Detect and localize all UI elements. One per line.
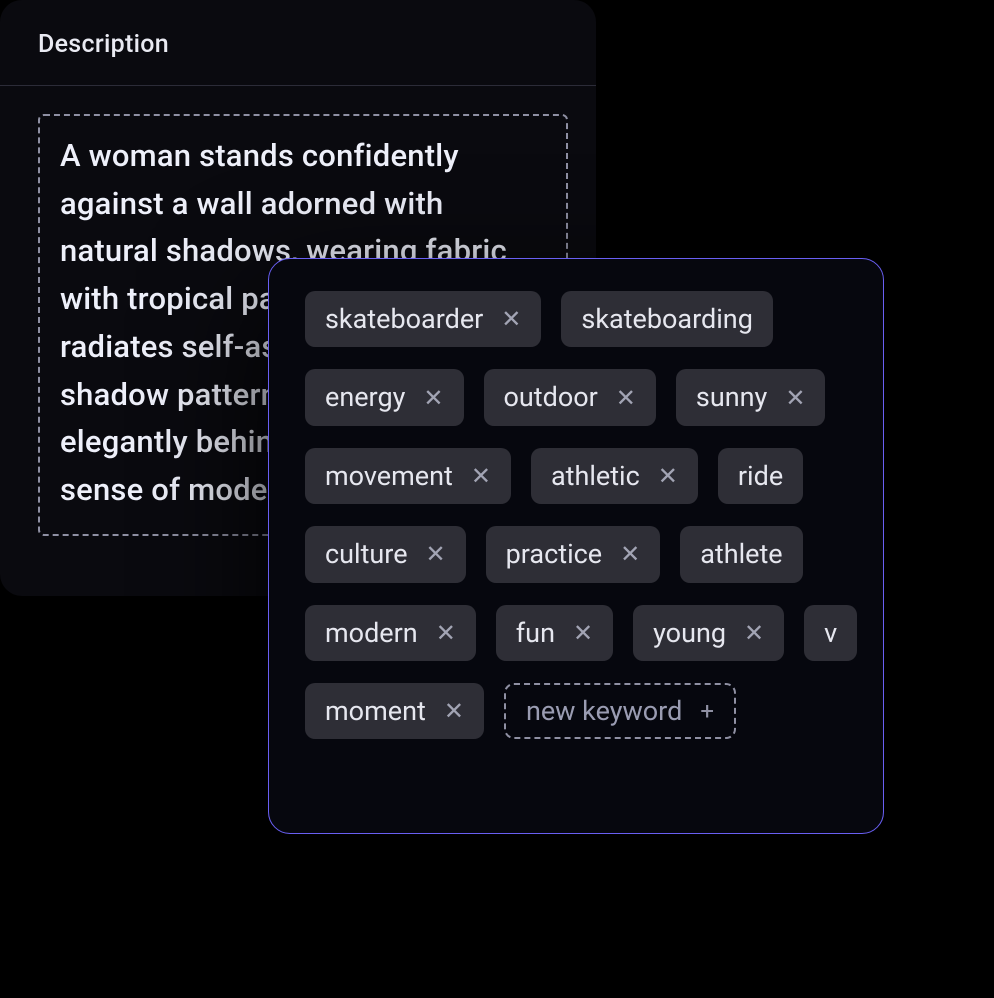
keyword-tag[interactable]: young ✕ bbox=[633, 605, 784, 661]
keyword-row: culture ✕ practice ✕ athlete bbox=[305, 526, 855, 582]
close-icon[interactable]: ✕ bbox=[471, 464, 491, 488]
keyword-label: skateboarding bbox=[581, 303, 752, 335]
close-icon[interactable]: ✕ bbox=[423, 386, 443, 410]
add-keyword-button[interactable]: new keyword + bbox=[504, 683, 736, 739]
keyword-tag[interactable]: athlete bbox=[680, 526, 802, 582]
keywords-card: skateboarder ✕ skateboarding energy ✕ ou… bbox=[268, 258, 884, 834]
keyword-tag[interactable]: energy ✕ bbox=[305, 369, 464, 425]
keyword-label: athletic bbox=[551, 460, 640, 492]
keyword-label: fun bbox=[516, 617, 555, 649]
keyword-label: v bbox=[824, 617, 837, 649]
keyword-row: energy ✕ outdoor ✕ sunny ✕ bbox=[305, 369, 855, 425]
keyword-tag[interactable]: skateboarding bbox=[561, 291, 772, 347]
close-icon[interactable]: ✕ bbox=[785, 386, 805, 410]
close-icon[interactable]: ✕ bbox=[426, 542, 446, 566]
keyword-label: movement bbox=[325, 460, 453, 492]
keyword-tag[interactable]: v bbox=[804, 605, 857, 661]
keyword-tag[interactable]: athletic ✕ bbox=[531, 448, 698, 504]
keyword-tag[interactable]: fun ✕ bbox=[496, 605, 613, 661]
close-icon[interactable]: ✕ bbox=[573, 621, 593, 645]
keywords-rows: skateboarder ✕ skateboarding energy ✕ ou… bbox=[305, 291, 855, 739]
close-icon[interactable]: ✕ bbox=[744, 621, 764, 645]
keyword-label: moment bbox=[325, 695, 426, 727]
keyword-label: outdoor bbox=[504, 381, 598, 413]
keyword-tag[interactable]: ride bbox=[718, 448, 803, 504]
keyword-tag[interactable]: culture ✕ bbox=[305, 526, 466, 582]
close-icon[interactable]: ✕ bbox=[501, 307, 521, 331]
close-icon[interactable]: ✕ bbox=[616, 386, 636, 410]
keyword-row: skateboarder ✕ skateboarding bbox=[305, 291, 855, 347]
keyword-label: culture bbox=[325, 538, 408, 570]
keyword-row: movement ✕ athletic ✕ ride bbox=[305, 448, 855, 504]
close-icon[interactable]: ✕ bbox=[658, 464, 678, 488]
keyword-tag[interactable]: sunny ✕ bbox=[676, 369, 826, 425]
keyword-row: modern ✕ fun ✕ young ✕ v bbox=[305, 605, 855, 661]
keyword-tag[interactable]: modern ✕ bbox=[305, 605, 476, 661]
keyword-tag[interactable]: outdoor ✕ bbox=[484, 369, 656, 425]
keyword-label: ride bbox=[738, 460, 783, 492]
keyword-row: moment ✕ new keyword + bbox=[305, 683, 855, 739]
keyword-tag[interactable]: moment ✕ bbox=[305, 683, 484, 739]
description-header: Description bbox=[0, 0, 596, 86]
keyword-label: modern bbox=[325, 617, 418, 649]
keyword-label: practice bbox=[506, 538, 602, 570]
keyword-label: sunny bbox=[696, 381, 767, 413]
keyword-tag[interactable]: movement ✕ bbox=[305, 448, 511, 504]
close-icon[interactable]: ✕ bbox=[436, 621, 456, 645]
keyword-tag[interactable]: practice ✕ bbox=[486, 526, 661, 582]
close-icon[interactable]: ✕ bbox=[620, 542, 640, 566]
keyword-label: skateboarder bbox=[325, 303, 483, 335]
keyword-label: energy bbox=[325, 381, 405, 413]
add-keyword-label: new keyword bbox=[526, 695, 682, 727]
keyword-label: athlete bbox=[700, 538, 782, 570]
close-icon[interactable]: ✕ bbox=[444, 699, 464, 723]
keyword-label: young bbox=[653, 617, 726, 649]
keyword-tag[interactable]: skateboarder ✕ bbox=[305, 291, 541, 347]
plus-icon: + bbox=[700, 697, 714, 726]
